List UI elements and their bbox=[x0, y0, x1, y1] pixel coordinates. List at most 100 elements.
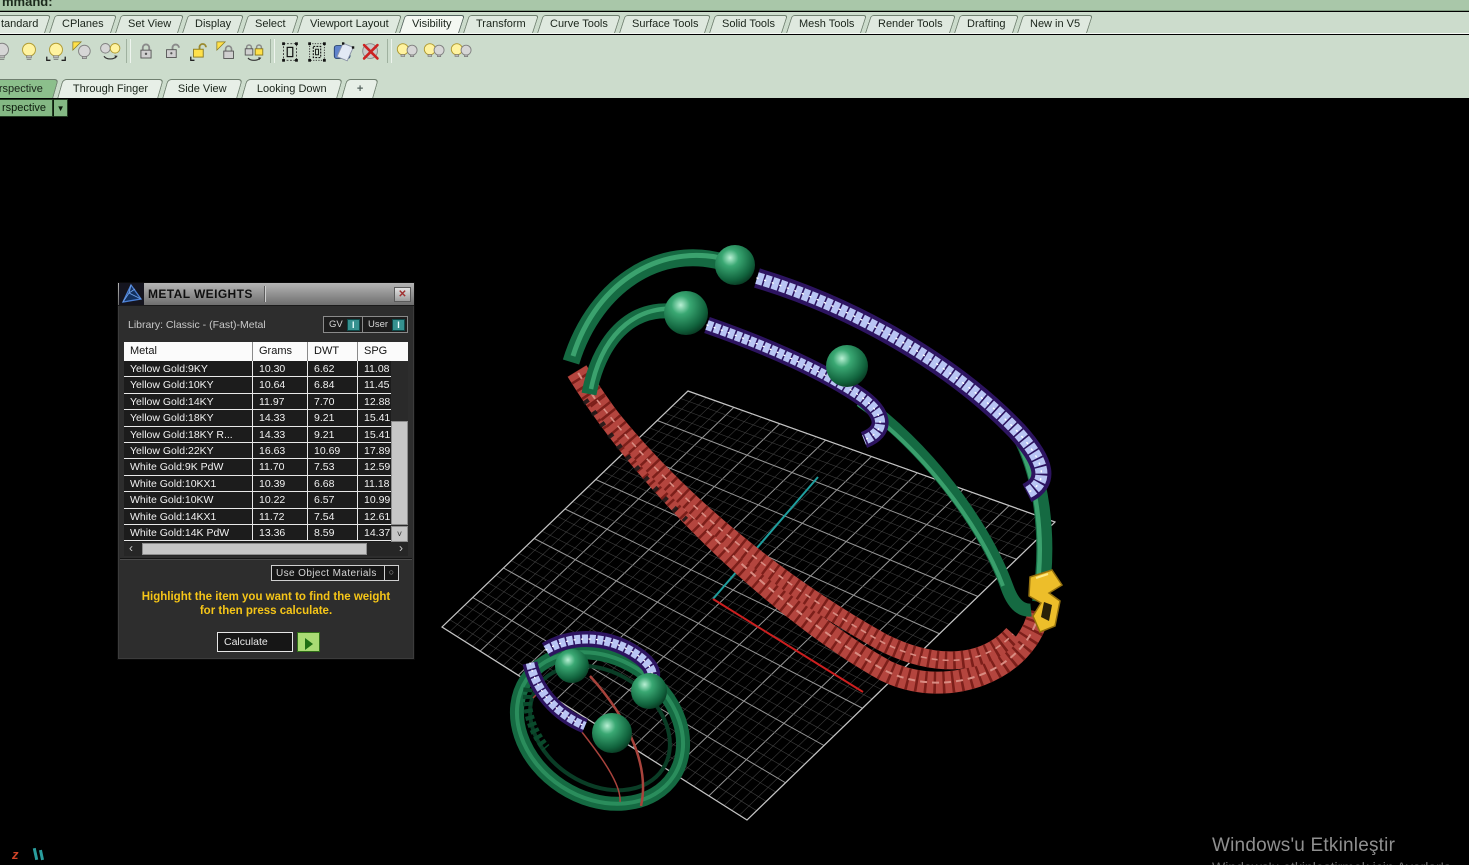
table-row[interactable]: Yellow Gold:18KY 14.33 9.21 15.41 bbox=[124, 410, 391, 427]
table-row[interactable]: Yellow Gold:18KY R... 14.33 9.21 15.41 bbox=[124, 426, 391, 443]
lock-swap-icon[interactable] bbox=[241, 38, 268, 65]
bangle-sphere bbox=[826, 345, 868, 387]
layer-lights-icon-2[interactable] bbox=[421, 38, 448, 65]
viewport-title-dropdown[interactable]: ▼ bbox=[53, 99, 69, 117]
viewport-tab-looking-down[interactable]: Looking Down bbox=[241, 79, 343, 98]
viewport-title-label[interactable]: rspective bbox=[0, 99, 54, 117]
swap-hidden-icon[interactable] bbox=[70, 38, 97, 65]
ring-sphere bbox=[592, 713, 632, 753]
scroll-right-button[interactable]: › bbox=[394, 542, 408, 556]
horizontal-scrollbar-thumb[interactable] bbox=[142, 543, 367, 555]
calculate-go-button[interactable] bbox=[297, 632, 320, 652]
dialog-title: METAL WEIGHTS bbox=[148, 287, 253, 301]
scroll-left-button[interactable]: ‹ bbox=[124, 542, 138, 556]
hide-objects-icon[interactable] bbox=[0, 38, 16, 65]
dialog-divider bbox=[120, 558, 412, 560]
materials-dropdown[interactable]: Use Object Materials ○ bbox=[271, 565, 399, 581]
scroll-down-button[interactable]: ˅ bbox=[391, 526, 408, 542]
select-visible-objects-icon[interactable] bbox=[277, 38, 304, 65]
table-row[interactable]: Yellow Gold:10KY 10.64 6.84 11.45 bbox=[124, 377, 391, 394]
menu-tab-solid-tools[interactable]: Solid Tools bbox=[709, 15, 788, 33]
menu-tab-new-in-v5[interactable]: New in V5 bbox=[1016, 15, 1093, 33]
ring-model[interactable] bbox=[488, 621, 712, 834]
viewport-tab-through-finger[interactable]: Through Finger bbox=[57, 79, 164, 98]
show-selected-icon[interactable] bbox=[43, 38, 70, 65]
menu-tab-set-view[interactable]: Set View bbox=[114, 15, 185, 33]
table-row[interactable]: White Gold:14KX1 11.72 7.54 12.61 bbox=[124, 508, 391, 525]
metal-weights-table: Metal Grams DWT SPG Yellow Gold:9KY 10.30 6.6… bbox=[124, 342, 408, 542]
user-indicator: I bbox=[392, 318, 406, 331]
unlock-selected-icon[interactable] bbox=[187, 38, 214, 65]
table-header: Metal Grams DWT SPG bbox=[124, 342, 408, 361]
library-label: Library: Classic - (Fast)-Metal bbox=[128, 319, 266, 331]
menu-tab-tandard[interactable]: tandard bbox=[0, 15, 52, 33]
add-viewport-tab[interactable]: + bbox=[340, 79, 379, 98]
menu-tab-render-tools[interactable]: Render Tools bbox=[865, 15, 957, 33]
menu-tab-display[interactable]: Display bbox=[182, 15, 245, 33]
dialog-titlebar[interactable]: METAL WEIGHTS ✕ bbox=[118, 283, 414, 306]
menu-tab-surface-tools[interactable]: Surface Tools bbox=[618, 15, 711, 33]
vertical-scrollbar[interactable]: ˅ bbox=[391, 361, 408, 542]
toolbar-separator bbox=[270, 39, 275, 63]
toolbar-separator bbox=[387, 39, 392, 63]
menu-tab-select[interactable]: Select bbox=[242, 15, 299, 33]
bangle-pave-strips bbox=[704, 268, 1052, 502]
menu-tab-transform[interactable]: Transform bbox=[463, 15, 539, 33]
column-header-grams[interactable]: Grams bbox=[253, 342, 308, 361]
layer-lights-icon-1[interactable] bbox=[394, 38, 421, 65]
play-icon bbox=[304, 638, 313, 650]
table-row[interactable]: Yellow Gold:22KY 16.63 10.69 17.89 bbox=[124, 442, 391, 460]
bangle-sphere bbox=[664, 291, 708, 335]
chevron-down-icon: ▼ bbox=[56, 104, 65, 113]
horizontal-scrollbar[interactable]: ‹ › bbox=[124, 542, 408, 556]
visibility-toolbar bbox=[0, 35, 1469, 77]
column-header-metal[interactable]: Metal bbox=[124, 342, 253, 361]
metal-weights-dialog[interactable]: METAL WEIGHTS ✕ Library: Classic - (Fast… bbox=[117, 282, 415, 660]
menu-tab-cplanes[interactable]: CPlanes bbox=[49, 15, 117, 33]
toolbar-separator bbox=[126, 39, 131, 63]
table-row[interactable]: White Gold:9K PdW 11.70 7.53 12.59 bbox=[124, 459, 391, 476]
table-row[interactable]: Yellow Gold:9KY 10.30 6.62 11.08 bbox=[124, 361, 391, 378]
ring-sphere bbox=[631, 673, 667, 709]
table-row[interactable]: White Gold:14K PdW 13.36 8.59 14.37 bbox=[124, 524, 391, 542]
clipping-plane-icon[interactable] bbox=[331, 38, 358, 65]
user-button[interactable]: User I bbox=[362, 316, 409, 333]
show-objects-icon[interactable] bbox=[16, 38, 43, 65]
dropdown-option-icon: ○ bbox=[384, 566, 398, 580]
gem-icon bbox=[119, 283, 144, 305]
table-row[interactable]: White Gold:10KW 10.22 6.57 10.99 bbox=[124, 492, 391, 509]
command-prompt-text: mmand: bbox=[2, 0, 53, 9]
bangle-sphere bbox=[715, 245, 755, 285]
viewport-tab-bar: rspective Through Finger Side View Looking … bbox=[0, 77, 1469, 98]
gv-button[interactable]: GV I bbox=[323, 316, 363, 333]
instruction-text: Highlight the item you want to find the … bbox=[141, 591, 391, 617]
materials-dropdown-value: Use Object Materials bbox=[276, 567, 377, 579]
lock-objects-icon[interactable] bbox=[133, 38, 160, 65]
viewport-tab-rspective[interactable]: rspective bbox=[0, 79, 59, 98]
windows-activation-watermark-line2: Windows'u etkinleştirmek için Ayarlar'a … bbox=[1212, 859, 1469, 865]
select-hidden-objects-icon[interactable] bbox=[304, 38, 331, 65]
column-header-spg[interactable]: SPG bbox=[358, 342, 391, 361]
menu-tab-visibility[interactable]: Visibility bbox=[399, 15, 465, 33]
show-swap-icon[interactable] bbox=[97, 38, 124, 65]
table-row[interactable]: Yellow Gold:14KY 11.97 7.70 12.88 bbox=[124, 393, 391, 411]
menu-tab-viewport-layout[interactable]: Viewport Layout bbox=[296, 15, 402, 33]
calculate-button[interactable]: Calculate bbox=[217, 632, 293, 652]
close-icon[interactable]: ✕ bbox=[394, 287, 411, 302]
menu-tab-curve-tools[interactable]: Curve Tools bbox=[536, 15, 621, 33]
layer-lights-icon-3[interactable] bbox=[448, 38, 475, 65]
toolbar-tab-bar: tandard CPlanes Set View Display Select Viewp… bbox=[0, 12, 1469, 34]
remove-clipping-plane-icon[interactable] bbox=[358, 38, 385, 65]
menu-tab-drafting[interactable]: Drafting bbox=[954, 15, 1019, 33]
gv-indicator: I bbox=[346, 318, 360, 331]
command-bar[interactable]: mmand: bbox=[0, 0, 1469, 11]
cplane-axis-icon: z bbox=[8, 845, 68, 865]
menu-tab-mesh-tools[interactable]: Mesh Tools bbox=[786, 15, 868, 33]
table-row[interactable]: White Gold:10KX1 10.39 6.68 11.18 bbox=[124, 475, 391, 493]
swap-locked-icon[interactable] bbox=[214, 38, 241, 65]
viewport-tab-side-view[interactable]: Side View bbox=[162, 79, 243, 98]
column-header-dwt[interactable]: DWT bbox=[308, 342, 358, 361]
unlock-objects-icon[interactable] bbox=[160, 38, 187, 65]
bangle-model[interactable] bbox=[562, 245, 1064, 694]
vertical-scrollbar-thumb[interactable] bbox=[391, 421, 408, 525]
